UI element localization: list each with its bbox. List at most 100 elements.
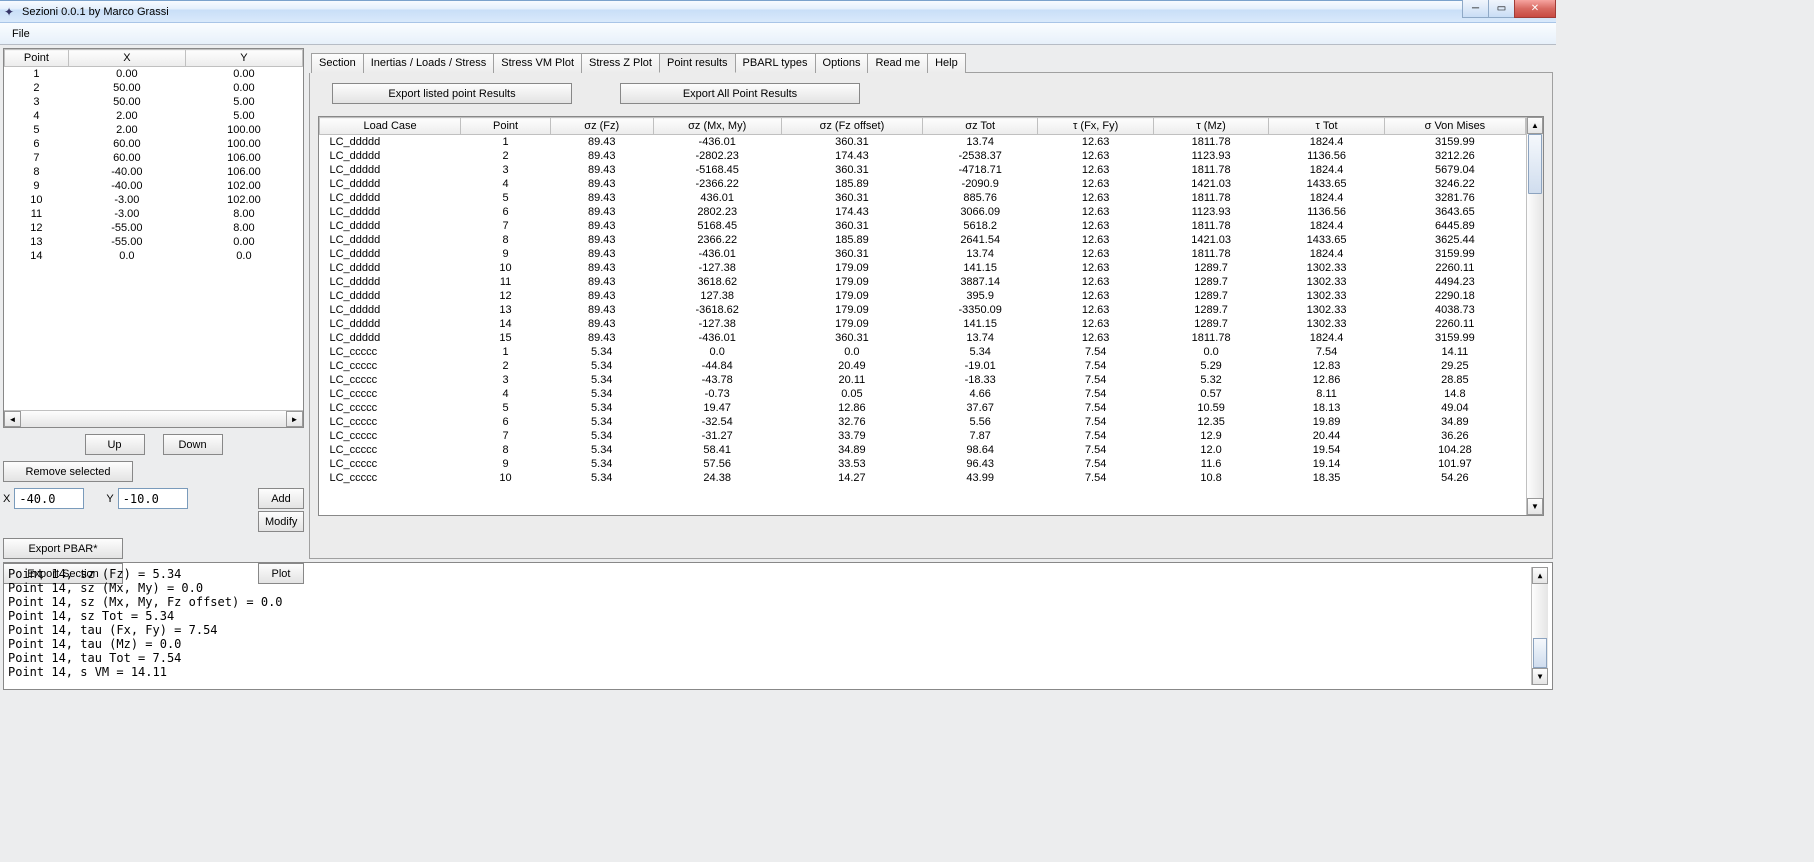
- table-row[interactable]: LC_ddddd589.43436.01360.31885.7612.63181…: [320, 191, 1526, 205]
- table-row[interactable]: 660.00100.00: [5, 137, 303, 151]
- scrollbar-thumb[interactable]: [1528, 134, 1542, 194]
- tab-read-me[interactable]: Read me: [867, 53, 928, 73]
- app-window: ✦ Sezioni 0.0.1 by Marco Grassi ─ ▭ ✕ Fi…: [0, 0, 1556, 740]
- scrollbar-thumb[interactable]: [1533, 638, 1547, 668]
- log-area[interactable]: Point 14, sz (Fz) = 5.34 Point 14, sz (M…: [3, 562, 1553, 690]
- col-point[interactable]: Point: [5, 50, 69, 67]
- tab-stress-vm-plot[interactable]: Stress VM Plot: [493, 53, 582, 73]
- results-table-container: Load CasePointσz (Fz)σz (Mx, My)σz (Fz o…: [318, 116, 1544, 516]
- table-row[interactable]: 760.00106.00: [5, 151, 303, 165]
- tab-section[interactable]: Section: [311, 53, 364, 73]
- menu-file[interactable]: File: [4, 25, 38, 43]
- table-row[interactable]: 350.005.00: [5, 95, 303, 109]
- table-row[interactable]: 10.000.00: [5, 67, 303, 82]
- tab-point-results[interactable]: Point results: [659, 53, 736, 73]
- table-row[interactable]: LC_ddddd189.43-436.01360.3113.7412.63181…: [320, 135, 1526, 150]
- table-row[interactable]: LC_ccccc95.3457.5633.5396.437.5411.619.1…: [320, 457, 1526, 471]
- results-col[interactable]: Point: [461, 118, 551, 135]
- table-row[interactable]: LC_ccccc45.34-0.730.054.667.540.578.1114…: [320, 387, 1526, 401]
- results-col[interactable]: τ (Fx, Fy): [1038, 118, 1153, 135]
- tab-body: Export listed point Results Export All P…: [309, 73, 1553, 559]
- col-y[interactable]: Y: [185, 50, 302, 67]
- table-row[interactable]: 42.005.00: [5, 109, 303, 123]
- table-row[interactable]: LC_ddddd689.432802.23174.433066.0912.631…: [320, 205, 1526, 219]
- scroll-down-icon[interactable]: ▼: [1527, 498, 1543, 515]
- add-button[interactable]: Add: [258, 488, 304, 509]
- tab-inertias-loads-stress[interactable]: Inertias / Loads / Stress: [363, 53, 495, 73]
- table-row[interactable]: LC_ccccc85.3458.4134.8998.647.5412.019.5…: [320, 443, 1526, 457]
- table-row[interactable]: 10-3.00102.00: [5, 193, 303, 207]
- tab-help[interactable]: Help: [927, 53, 966, 73]
- scroll-left-icon[interactable]: ◄: [4, 411, 21, 427]
- table-row[interactable]: LC_ddddd389.43-5168.45360.31-4718.7112.6…: [320, 163, 1526, 177]
- table-row[interactable]: LC_ddddd1189.433618.62179.093887.1412.63…: [320, 275, 1526, 289]
- maximize-button[interactable]: ▭: [1488, 0, 1515, 18]
- results-col[interactable]: σz (Fz offset): [781, 118, 922, 135]
- tabs-header: SectionInertias / Loads / StressStress V…: [311, 52, 1553, 73]
- table-row[interactable]: LC_ddddd1489.43-127.38179.09141.1512.631…: [320, 317, 1526, 331]
- table-row[interactable]: LC_ddddd789.435168.45360.315618.212.6318…: [320, 219, 1526, 233]
- scroll-up-icon[interactable]: ▲: [1527, 117, 1543, 134]
- log-vscrollbar[interactable]: ▲ ▼: [1531, 567, 1548, 685]
- table-row[interactable]: LC_ccccc75.34-31.2733.797.877.5412.920.4…: [320, 429, 1526, 443]
- remove-selected-button[interactable]: Remove selected: [3, 461, 133, 482]
- results-col[interactable]: Load Case: [320, 118, 461, 135]
- log-text: Point 14, sz (Fz) = 5.34 Point 14, sz (M…: [8, 567, 1531, 685]
- table-row[interactable]: LC_ddddd289.43-2802.23174.43-2538.3712.6…: [320, 149, 1526, 163]
- close-button[interactable]: ✕: [1514, 0, 1556, 18]
- table-row[interactable]: LC_ccccc105.3424.3814.2743.997.5410.818.…: [320, 471, 1526, 485]
- tab-stress-z-plot[interactable]: Stress Z Plot: [581, 53, 660, 73]
- table-row[interactable]: LC_ddddd1389.43-3618.62179.09-3350.0912.…: [320, 303, 1526, 317]
- results-col[interactable]: σz (Fz): [550, 118, 653, 135]
- table-row[interactable]: 140.00.0: [5, 249, 303, 263]
- table-row[interactable]: LC_ccccc15.340.00.05.347.540.07.5414.11: [320, 345, 1526, 359]
- down-button[interactable]: Down: [163, 434, 223, 455]
- results-col[interactable]: σ Von Mises: [1384, 118, 1525, 135]
- table-row[interactable]: 52.00100.00: [5, 123, 303, 137]
- table-row[interactable]: 250.000.00: [5, 81, 303, 95]
- results-col[interactable]: τ Tot: [1269, 118, 1384, 135]
- window-controls: ─ ▭ ✕: [1462, 0, 1556, 18]
- results-col[interactable]: τ (Mz): [1153, 118, 1268, 135]
- tab-options[interactable]: Options: [815, 53, 869, 73]
- app-icon: ✦: [4, 5, 18, 19]
- tab-pbarl-types[interactable]: PBARL types: [735, 53, 816, 73]
- y-label: Y: [106, 493, 113, 505]
- results-table[interactable]: Load CasePointσz (Fz)σz (Mx, My)σz (Fz o…: [319, 117, 1526, 485]
- points-table[interactable]: Point X Y 10.000.00250.000.00350.005.004…: [4, 49, 303, 263]
- points-hscrollbar[interactable]: ◄ ►: [4, 410, 303, 427]
- menubar: File: [0, 23, 1556, 45]
- table-row[interactable]: LC_ddddd1589.43-436.01360.3113.7412.6318…: [320, 331, 1526, 345]
- table-row[interactable]: 8-40.00106.00: [5, 165, 303, 179]
- window-title: Sezioni 0.0.1 by Marco Grassi: [22, 6, 169, 18]
- table-row[interactable]: 13-55.000.00: [5, 235, 303, 249]
- table-row[interactable]: LC_ccccc25.34-44.8420.49-19.017.545.2912…: [320, 359, 1526, 373]
- results-vscrollbar[interactable]: ▲ ▼: [1526, 117, 1543, 515]
- table-row[interactable]: 11-3.008.00: [5, 207, 303, 221]
- scroll-down-icon[interactable]: ▼: [1532, 668, 1548, 685]
- table-row[interactable]: 9-40.00102.00: [5, 179, 303, 193]
- points-table-container: Point X Y 10.000.00250.000.00350.005.004…: [3, 48, 304, 428]
- x-input[interactable]: [14, 488, 84, 509]
- export-pbar-button[interactable]: Export PBAR*: [3, 538, 123, 559]
- table-row[interactable]: 12-55.008.00: [5, 221, 303, 235]
- table-row[interactable]: LC_ddddd1289.43127.38179.09395.912.63128…: [320, 289, 1526, 303]
- modify-button[interactable]: Modify: [258, 511, 304, 532]
- scroll-right-icon[interactable]: ►: [286, 411, 303, 427]
- col-x[interactable]: X: [68, 50, 185, 67]
- table-row[interactable]: LC_ccccc55.3419.4712.8637.677.5410.5918.…: [320, 401, 1526, 415]
- export-all-button[interactable]: Export All Point Results: [620, 83, 860, 104]
- results-col[interactable]: σz Tot: [922, 118, 1037, 135]
- up-button[interactable]: Up: [85, 434, 145, 455]
- table-row[interactable]: LC_ccccc35.34-43.7820.11-18.337.545.3212…: [320, 373, 1526, 387]
- table-row[interactable]: LC_ddddd889.432366.22185.892641.5412.631…: [320, 233, 1526, 247]
- table-row[interactable]: LC_ddddd489.43-2366.22185.89-2090.912.63…: [320, 177, 1526, 191]
- minimize-button[interactable]: ─: [1462, 0, 1489, 18]
- table-row[interactable]: LC_ddddd989.43-436.01360.3113.7412.63181…: [320, 247, 1526, 261]
- export-listed-button[interactable]: Export listed point Results: [332, 83, 572, 104]
- scroll-up-icon[interactable]: ▲: [1532, 567, 1548, 584]
- y-input[interactable]: [118, 488, 188, 509]
- results-col[interactable]: σz (Mx, My): [653, 118, 781, 135]
- table-row[interactable]: LC_ccccc65.34-32.5432.765.567.5412.3519.…: [320, 415, 1526, 429]
- table-row[interactable]: LC_ddddd1089.43-127.38179.09141.1512.631…: [320, 261, 1526, 275]
